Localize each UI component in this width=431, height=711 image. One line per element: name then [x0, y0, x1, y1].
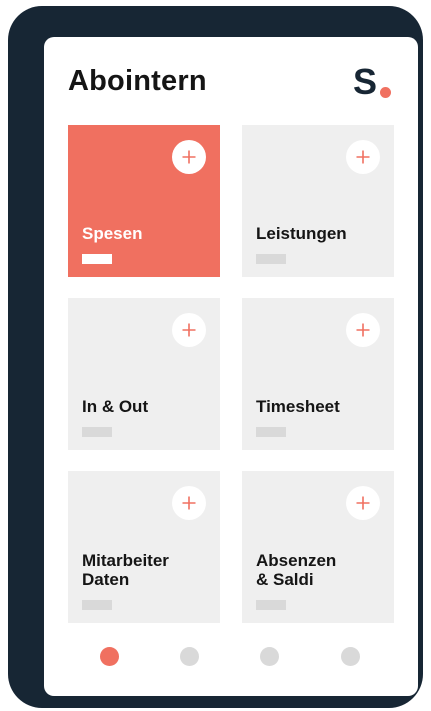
plus-icon	[356, 150, 370, 164]
page-dot-2[interactable]	[180, 647, 199, 666]
tile-placeholder-bar	[256, 254, 286, 264]
plus-icon	[356, 323, 370, 337]
tile-placeholder-bar	[82, 427, 112, 437]
app-title: Abointern	[68, 65, 207, 97]
tile-placeholder-bar	[256, 600, 286, 610]
brand-logo: S	[353, 64, 398, 100]
add-spesen-button[interactable]	[172, 140, 206, 174]
tile-spesen[interactable]: Spesen	[68, 125, 220, 277]
app-screen: Abointern S Spesen Leistungen In & Out T…	[44, 37, 418, 696]
tile-label: Mitarbeiter Daten	[82, 550, 169, 590]
tile-leistungen[interactable]: Leistungen	[242, 125, 394, 277]
tile-in-out[interactable]: In & Out	[68, 298, 220, 450]
plus-icon	[182, 150, 196, 164]
tile-absenzen-saldi[interactable]: Absenzen & Saldi	[242, 471, 394, 623]
tile-placeholder-bar	[82, 600, 112, 610]
tile-label: In & Out	[82, 397, 149, 417]
plus-icon	[182, 496, 196, 510]
brand-letter: S	[353, 61, 378, 102]
add-leistungen-button[interactable]	[346, 140, 380, 174]
brand-dot	[380, 87, 391, 98]
tile-label: Spesen	[82, 224, 143, 244]
tile-label: Timesheet	[256, 397, 340, 417]
add-in-out-button[interactable]	[172, 313, 206, 347]
tile-placeholder-bar	[256, 427, 286, 437]
device-frame: Abointern S Spesen Leistungen In & Out T…	[8, 6, 423, 708]
tile-placeholder-bar	[82, 254, 112, 264]
tile-timesheet[interactable]: Timesheet	[242, 298, 394, 450]
add-mitarbeiter-daten-button[interactable]	[172, 486, 206, 520]
page-indicator	[44, 647, 418, 667]
plus-icon	[182, 323, 196, 337]
tile-label: Leistungen	[256, 224, 347, 244]
plus-icon	[356, 496, 370, 510]
tile-mitarbeiter-daten[interactable]: Mitarbeiter Daten	[68, 471, 220, 623]
add-absenzen-saldi-button[interactable]	[346, 486, 380, 520]
page-dot-3[interactable]	[260, 647, 279, 666]
page-dot-4[interactable]	[341, 647, 360, 666]
tile-label: Absenzen & Saldi	[256, 550, 337, 590]
add-timesheet-button[interactable]	[346, 313, 380, 347]
page-dot-1[interactable]	[100, 647, 119, 666]
